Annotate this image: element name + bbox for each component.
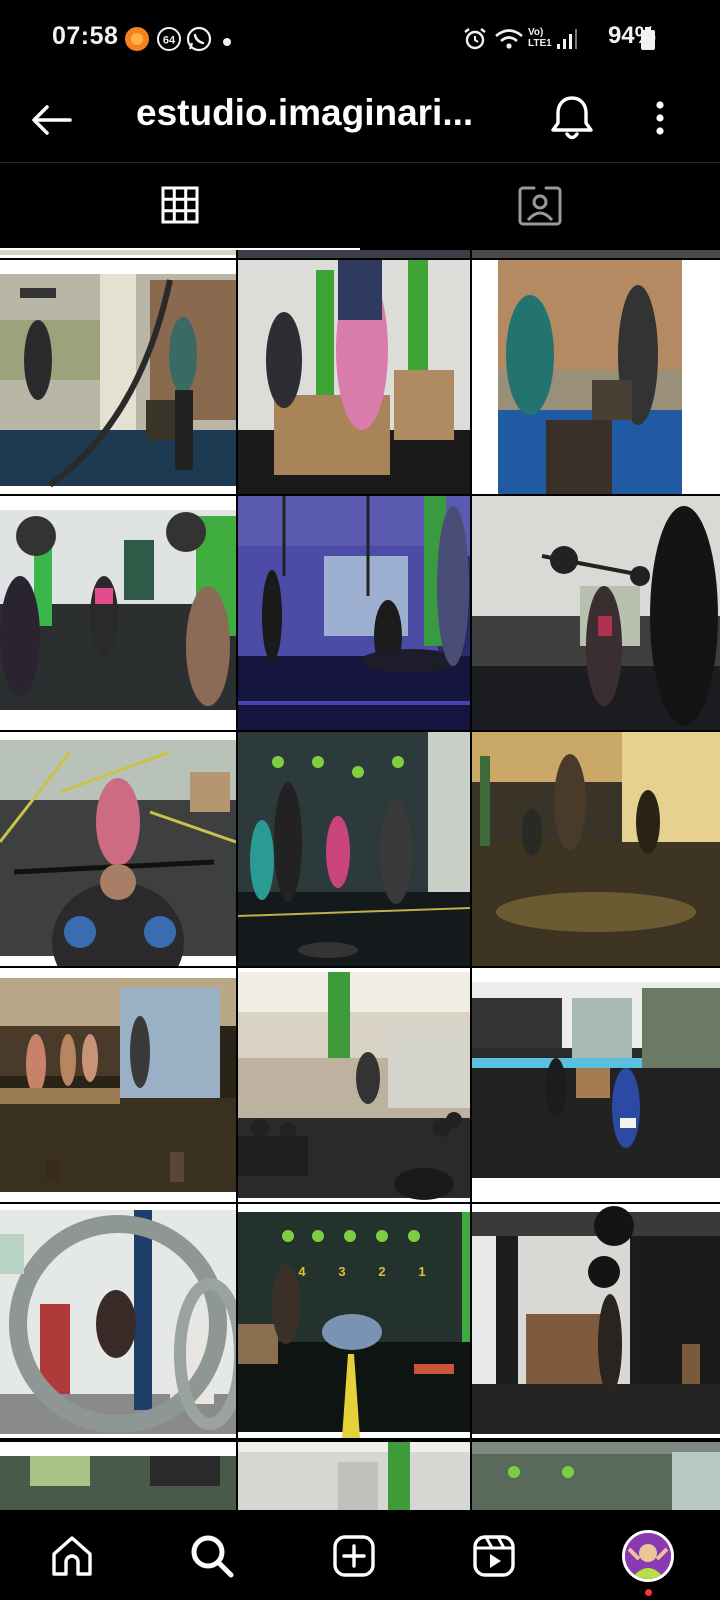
tagged-user-icon (518, 186, 562, 226)
profile-username: estudio.imaginari... (136, 92, 474, 133)
whatsapp-icon (186, 26, 212, 52)
grid-post-photo-box-jump-pair[interactable] (472, 260, 720, 494)
status-time: 07:58 (52, 22, 119, 50)
bottom-navigation (0, 1510, 720, 1600)
app-notification-icon (124, 26, 150, 52)
grid-post-partial-top[interactable] (238, 250, 470, 258)
svg-text:4: 4 (298, 1264, 306, 1279)
search-icon (191, 1535, 234, 1578)
home-icon (52, 1536, 92, 1576)
profile-header: estudio.imaginari... (0, 78, 720, 162)
grid-post-photo-box-jump-women[interactable] (238, 260, 470, 494)
svg-text:3: 3 (338, 1264, 345, 1279)
nav-home[interactable] (40, 1524, 104, 1588)
grid-post-photo-yellow-toned-room[interactable] (472, 732, 720, 966)
grid-post-partial-top[interactable] (472, 250, 720, 258)
grid-post-partial-top[interactable] (0, 250, 236, 258)
posts-grid: 4 3 2 1 (0, 250, 720, 1510)
grid-post-partial-bottom[interactable] (472, 1442, 720, 1510)
plus-square-icon (333, 1535, 375, 1577)
grid-post-photo-rings-frame[interactable] (0, 1204, 236, 1438)
grid-post-photo-barbell-silhouette[interactable] (472, 496, 720, 730)
profile-notification-dot (645, 1589, 652, 1596)
battery-icon (640, 26, 656, 52)
grid-post-partial-bottom[interactable] (238, 1442, 470, 1510)
svg-text:64: 64 (163, 35, 176, 47)
notification-count-icon: 64 (156, 26, 182, 52)
tab-tagged[interactable] (360, 163, 720, 249)
more-vertical-icon (656, 101, 664, 135)
alarm-icon (462, 26, 488, 52)
wifi-icon (494, 26, 524, 52)
svg-text:2: 2 (378, 1264, 385, 1279)
nav-search[interactable] (180, 1524, 244, 1588)
nav-reels[interactable] (462, 1524, 526, 1588)
nav-profile-avatar[interactable] (622, 1530, 674, 1582)
svg-text:1: 1 (418, 1264, 425, 1279)
grid-post-photo-barbell-overhead-class[interactable] (0, 496, 236, 730)
nav-create[interactable] (322, 1524, 386, 1588)
back-button[interactable] (28, 96, 76, 144)
grid-post-photo-group-class-boxes[interactable] (0, 968, 236, 1202)
network-label: Vo) LTE1 (528, 27, 552, 49)
more-notifications-dot-icon (222, 34, 232, 46)
grid-post-photo-wall-ball-window[interactable] (472, 1204, 720, 1438)
notifications-button[interactable] (548, 92, 596, 144)
grid-post-photo-rings-and-pushups[interactable] (238, 496, 470, 730)
grid-post-photo-pushup-numbers-wall[interactable]: 4 3 2 1 (238, 1204, 470, 1438)
grid-post-photo-battle-ropes-box[interactable] (0, 260, 236, 494)
grid-post-photo-gym-kettlebells[interactable] (238, 968, 470, 1202)
grid-icon (161, 186, 199, 224)
signal-icon (556, 26, 578, 52)
bell-icon (551, 96, 593, 140)
status-bar: 07:58 64 Vo) LTE1 94% (0, 0, 720, 78)
grid-post-photo-runner-window[interactable] (472, 968, 720, 1202)
reels-icon (473, 1535, 515, 1577)
avatar-image (625, 1533, 671, 1579)
profile-tabs (0, 163, 720, 250)
tab-grid-posts[interactable] (0, 163, 360, 249)
more-options-button[interactable] (645, 94, 675, 142)
back-arrow-icon (32, 105, 72, 135)
grid-post-photo-overhead-squat-floor[interactable] (0, 732, 236, 966)
grid-post-photo-wall-ball-class[interactable] (238, 732, 470, 966)
grid-post-partial-bottom[interactable] (0, 1442, 236, 1510)
